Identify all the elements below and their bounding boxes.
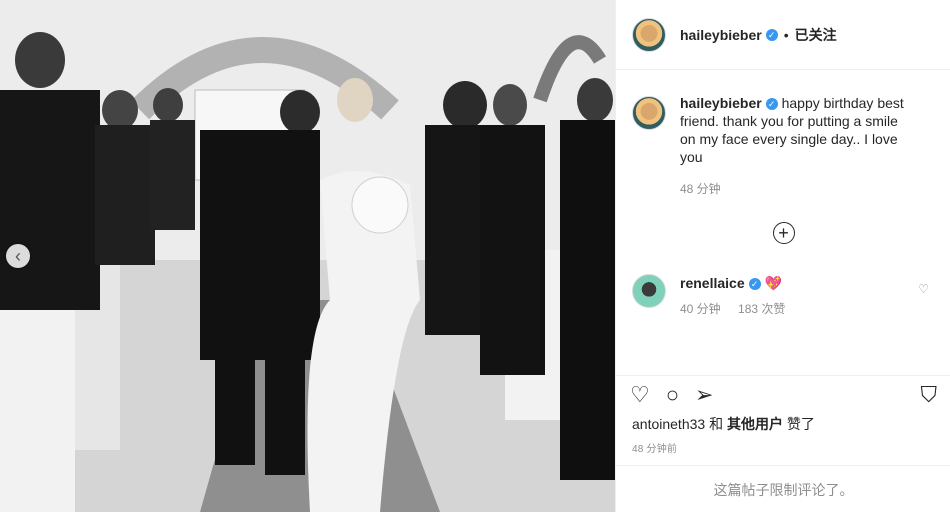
chevron-left-icon: ‹ bbox=[15, 245, 21, 266]
post-timestamp[interactable]: 48 分钟前 bbox=[632, 440, 677, 455]
load-more-comments-button[interactable]: + bbox=[772, 222, 795, 244]
avatar[interactable] bbox=[632, 17, 666, 52]
caption-body: haileybieber ✓ happy birthday best friend… bbox=[680, 94, 915, 198]
separator-dot: • bbox=[783, 26, 789, 43]
wedding-photo-illustration bbox=[0, 0, 615, 512]
header-username[interactable]: haileybieber bbox=[680, 27, 762, 43]
heart-icon[interactable]: ♡ bbox=[630, 382, 650, 408]
comment-like-heart-icon[interactable]: ♡ bbox=[918, 282, 929, 296]
likes-others-link[interactable]: 其他用户 bbox=[727, 416, 783, 432]
likes-suffix: 赞了 bbox=[786, 416, 815, 432]
likes-summary: antoineth33 和 其他用户 赞了 bbox=[632, 414, 815, 434]
action-bar: ♡ ○ ➢ ⛉ bbox=[616, 375, 950, 414]
plus-circle-icon: + bbox=[778, 222, 789, 243]
comment-meta: 40 分钟 183 次赞 bbox=[680, 300, 915, 318]
follow-button[interactable]: 已关注 bbox=[795, 25, 837, 45]
comments-area[interactable]: haileybieber ✓ happy birthday best friend… bbox=[616, 70, 950, 375]
post-photo: ‹ bbox=[0, 0, 615, 512]
avatar[interactable] bbox=[632, 96, 666, 130]
caption-username[interactable]: haileybieber bbox=[680, 95, 762, 111]
comment-item: renellaice ✓ 💖 40 分钟 183 次赞 ♡ bbox=[632, 274, 935, 318]
bookmark-icon[interactable]: ⛉ bbox=[920, 382, 937, 408]
share-icon[interactable]: ➢ bbox=[695, 382, 713, 408]
comments-limited-notice: 这篇帖子限制评论了。 bbox=[616, 465, 950, 513]
verified-badge-icon: ✓ bbox=[748, 278, 761, 290]
carousel-prev-button[interactable]: ‹ bbox=[6, 244, 30, 268]
post-side-panel: haileybieber ✓ • 已关注 haileybieber ✓ happy… bbox=[615, 0, 950, 512]
liker-username[interactable]: antoineth33 bbox=[632, 416, 705, 432]
comment-body: renellaice ✓ 💖 40 分钟 183 次赞 bbox=[680, 274, 915, 318]
comment-text: 💖 bbox=[764, 275, 782, 291]
verified-badge-icon: ✓ bbox=[765, 28, 778, 41]
caption: haileybieber ✓ happy birthday best friend… bbox=[632, 94, 935, 198]
comment-likes[interactable]: 183 次赞 bbox=[738, 302, 785, 316]
caption-time[interactable]: 48 分钟 bbox=[680, 180, 915, 198]
post-header: haileybieber ✓ • 已关注 bbox=[616, 0, 950, 70]
likes-and: 和 bbox=[709, 416, 724, 432]
comment-icon[interactable]: ○ bbox=[666, 382, 679, 408]
avatar[interactable] bbox=[632, 274, 666, 308]
comment-time[interactable]: 40 分钟 bbox=[680, 302, 721, 316]
verified-badge-icon: ✓ bbox=[765, 98, 778, 110]
comment-username[interactable]: renellaice bbox=[680, 275, 745, 291]
